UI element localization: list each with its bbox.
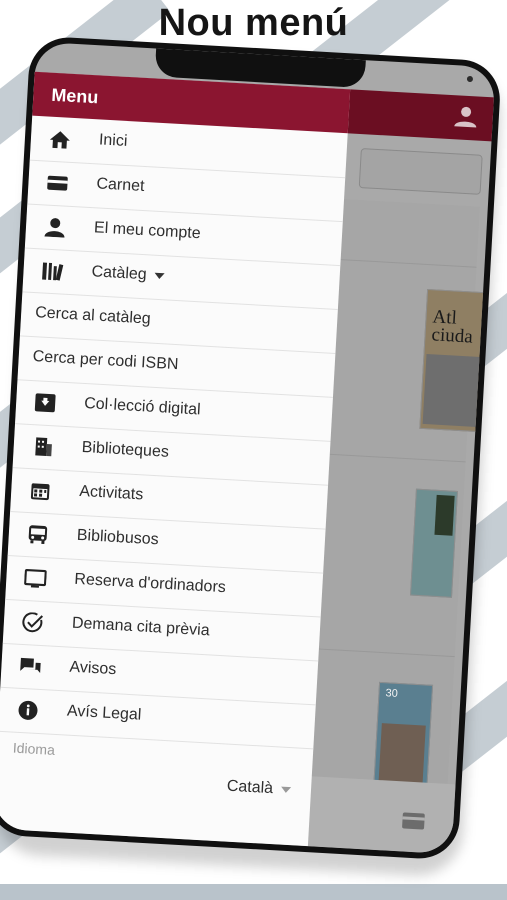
chevron-down-icon xyxy=(280,786,292,793)
menu-item-label: Cerca per codi ISBN xyxy=(32,348,179,374)
menu-item-label: El meu compte xyxy=(93,219,202,243)
menu-item-label: Cerca al catàleg xyxy=(34,304,152,328)
book-photo xyxy=(422,354,481,427)
menu-item-label: Biblioteques xyxy=(81,438,170,461)
phone-frame: Atl ciuda 30 Menu Inici Carnet El meu co… xyxy=(0,35,502,861)
menu-item-label: Activitats xyxy=(78,482,144,504)
language-value: Català xyxy=(226,777,274,798)
menu-item-label: Reserva d'ordinadors xyxy=(73,570,227,597)
card-icon xyxy=(47,175,68,191)
info-icon xyxy=(18,700,38,720)
language-label: Idioma xyxy=(12,739,56,758)
menu-item-label: Avís Legal xyxy=(66,702,142,724)
phone-screen: Atl ciuda 30 Menu Inici Carnet El meu co… xyxy=(0,41,496,855)
calendar-icon xyxy=(30,483,50,501)
book-graphic xyxy=(434,494,455,536)
navigation-drawer: Menu Inici Carnet El meu compte Catàleg … xyxy=(0,71,351,847)
bottom-band xyxy=(0,884,507,900)
drawer-title: Menu xyxy=(50,84,99,108)
book-cover[interactable]: Atl ciuda xyxy=(419,288,488,433)
book-cover[interactable] xyxy=(410,488,458,598)
menu-item-label: Demana cita prèvia xyxy=(71,614,211,640)
book-title: Atl ciuda xyxy=(431,306,474,348)
account-icon[interactable] xyxy=(452,105,479,128)
card-icon[interactable] xyxy=(401,811,426,830)
menu-item-label: Inici xyxy=(98,131,128,150)
search-input[interactable] xyxy=(358,148,483,195)
language-select[interactable]: Català xyxy=(226,777,292,800)
chat-bubbles-icon xyxy=(20,657,41,673)
user-icon xyxy=(44,218,65,238)
menu-item-label: Bibliobusos xyxy=(76,526,160,549)
book-number: 30 xyxy=(385,687,399,700)
archive-box-icon xyxy=(34,393,56,413)
home-icon xyxy=(49,131,70,149)
menu-item-label: Catàleg xyxy=(91,263,165,285)
bus-icon xyxy=(28,525,48,545)
headline: Nou menú xyxy=(158,2,349,44)
menu-item-label: Avisos xyxy=(69,658,117,679)
cataleg-text: Catàleg xyxy=(91,263,148,284)
check-circle-icon xyxy=(22,612,44,633)
menu-item-label: Carnet xyxy=(96,175,145,196)
menu-item-label: Col·lecció digital xyxy=(83,395,202,419)
camera-dot xyxy=(466,75,474,83)
chevron-down-icon xyxy=(154,272,165,280)
building-icon xyxy=(35,437,52,457)
books-icon xyxy=(42,262,64,281)
monitor-icon xyxy=(24,568,47,588)
